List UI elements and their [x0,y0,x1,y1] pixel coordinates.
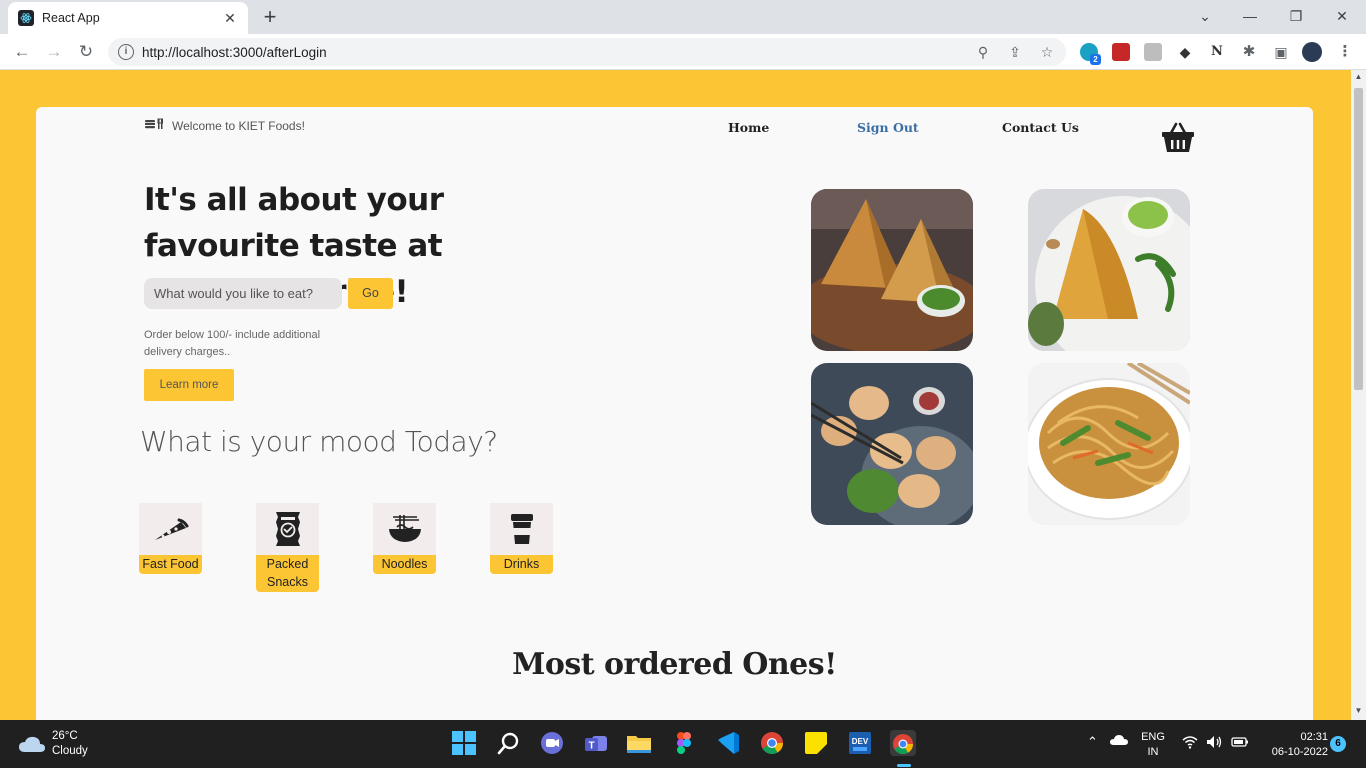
scrollbar-thumb[interactable] [1354,88,1363,390]
samosa-image [811,189,973,351]
nav-home[interactable]: Home [728,120,769,135]
dosa-image [1028,189,1190,351]
brand-text: Welcome to KIET Foods! [172,118,305,133]
svg-text:DEV: DEV [852,737,869,746]
share-icon[interactable]: ⇪ [1006,43,1024,61]
scroll-up-arrow-icon[interactable]: ▲ [1354,72,1363,81]
active-app-indicator [897,764,911,767]
extension-icon[interactable] [1112,43,1130,61]
clock-date: 06-10-2022 [1271,746,1328,758]
browser-toolbar: ← → ↻ i http://localhost:3000/afterLogin… [0,34,1366,70]
category-label: Packed Snacks [256,555,319,592]
category-icon-box [373,503,436,555]
most-ordered-heading: Most ordered Ones! [512,647,837,682]
bookmark-star-icon[interactable]: ☆ [1038,43,1056,61]
noodles-image [1028,363,1190,525]
category-noodles[interactable]: Noodles [373,503,436,574]
food-search-input[interactable] [144,278,342,309]
scroll-down-arrow-icon[interactable]: ▼ [1354,706,1363,715]
wifi-icon[interactable] [1182,735,1198,754]
back-button[interactable]: ← [10,40,34,64]
category-packed-snacks[interactable]: Packed Snacks [256,503,319,592]
browser-tab-strip: React App ✕ + ⌄ — ❐ ✕ [0,0,1366,34]
clock-time: 02:31 [1300,731,1328,743]
category-icon-box [490,503,553,555]
tab-title: React App [42,11,100,25]
restore-button[interactable]: ❐ [1274,4,1318,28]
sticky-notes-icon[interactable] [803,730,829,756]
nav-sign-out[interactable]: Sign Out [857,120,919,135]
category-drinks[interactable]: Drinks [490,503,553,574]
chrome-active-icon[interactable] [890,730,916,756]
pizza-slice-icon [154,518,188,540]
region-code: IN [1147,746,1159,758]
tab-search-icon[interactable]: ⌄ [1183,4,1227,28]
chrome-icon[interactable] [759,730,785,756]
page-scrollbar[interactable]: ▲ ▼ [1351,70,1366,720]
battery-icon[interactable] [1231,735,1249,754]
page-viewport: Welcome to KIET Foods! Home Sign Out Con… [0,70,1351,720]
onedrive-cloud-icon[interactable] [1110,733,1128,752]
url-text[interactable]: http://localhost:3000/afterLogin [142,45,327,60]
browser-tab[interactable]: React App ✕ [8,2,248,34]
chat-icon[interactable] [539,730,565,756]
extension-badge: 2 [1090,54,1101,65]
language-code: ENG [1141,731,1165,743]
category-icon-box [256,503,319,555]
category-fast-food[interactable]: Fast Food [139,503,202,574]
clock[interactable]: 02:31 06-10-2022 [1258,730,1328,760]
search-icon[interactable] [496,730,522,756]
show-hidden-icons-chevron-icon[interactable]: ⌃ [1087,734,1098,749]
weather-temperature: 26°C [52,730,78,742]
figma-icon[interactable] [671,730,697,756]
learn-more-button[interactable]: Learn more [144,369,234,401]
file-explorer-icon[interactable] [626,730,652,756]
volume-icon[interactable] [1206,735,1224,754]
category-icon-box [139,503,202,555]
profile-avatar[interactable] [1302,42,1322,62]
snack-packet-icon [275,512,300,546]
zoom-icon[interactable]: ⚲ [974,43,992,61]
new-tab-button[interactable]: + [258,5,282,29]
cup-icon [510,514,533,544]
burger-fork-icon [144,118,170,133]
dev-home-icon[interactable]: DEV [847,730,873,756]
minimize-button[interactable]: — [1228,4,1272,28]
category-label: Drinks [490,555,553,574]
delivery-note: Order below 100/- include additional del… [144,329,321,358]
extension-icon[interactable]: N [1208,43,1226,61]
site-info-icon[interactable]: i [118,44,134,60]
noodle-bowl-icon [388,515,421,542]
teams-icon[interactable]: T [583,730,609,756]
vscode-icon[interactable] [715,730,741,756]
brand-logo[interactable]: Welcome to KIET Foods! [144,118,305,133]
category-label: Noodles [373,555,436,574]
notification-badge[interactable]: 6 [1330,736,1346,752]
react-favicon-icon [18,10,34,26]
forward-button[interactable]: → [42,40,66,64]
menu-kebab-icon[interactable]: ⋮ [1336,43,1354,61]
extension-icon[interactable] [1144,43,1162,61]
reload-button[interactable]: ↻ [74,40,98,64]
weather-condition: Cloudy [52,745,88,757]
category-label: Fast Food [139,555,202,574]
go-button[interactable]: Go [348,278,393,309]
extensions-puzzle-icon[interactable]: ✱ [1240,43,1258,61]
momos-image [811,363,973,525]
shield-extension-icon[interactable]: ◆ [1176,43,1194,61]
weather-widget[interactable]: 26°C Cloudy [18,729,88,759]
nav-contact-us[interactable]: Contact Us [1002,120,1079,135]
shopping-basket-icon[interactable] [1161,122,1195,154]
windows-start-icon[interactable] [451,730,477,756]
tab-close-icon[interactable]: ✕ [222,10,238,27]
language-indicator[interactable]: ENG IN [1139,730,1167,760]
cloud-icon [19,736,45,752]
svg-text:T: T [588,741,594,752]
address-bar[interactable]: i http://localhost:3000/afterLogin ⚲ ⇪ ☆ [108,38,1066,66]
windows-taskbar: 26°C Cloudy T DEV ⌃ ENG IN 02:31 06-10-2… [0,720,1366,768]
side-panel-icon[interactable]: ▣ [1272,43,1290,61]
close-window-button[interactable]: ✕ [1320,4,1364,28]
main-card: Welcome to KIET Foods! Home Sign Out Con… [36,107,1313,720]
mood-heading: What is your mood Today? [140,425,498,458]
